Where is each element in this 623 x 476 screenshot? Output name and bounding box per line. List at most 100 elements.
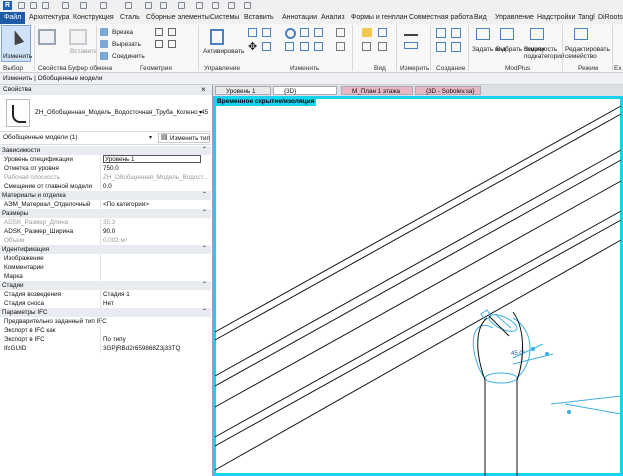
collapse-icon[interactable]: ⌃: [202, 245, 207, 254]
collapse-icon[interactable]: ⌃: [202, 308, 207, 317]
selected-elbow[interactable]: [472, 309, 622, 415]
rotate-icon[interactable]: [285, 28, 296, 39]
hide-icon[interactable]: [378, 28, 387, 37]
array-icon[interactable]: [285, 42, 294, 51]
tab-diroots[interactable]: DiRoots: [598, 14, 623, 21]
property-row[interactable]: Смещение от главной модели 0.0: [0, 182, 211, 191]
property-row[interactable]: Отметка от уровня 750.0: [0, 164, 211, 173]
type-selector[interactable]: ZH_Обобщенная_Модель_Водосточная_Труба_К…: [0, 95, 211, 132]
tab-precast[interactable]: Сборные элементы: [146, 14, 210, 21]
close-hidden-icon[interactable]: [212, 2, 219, 9]
view-tab-floor-plan[interactable]: M_План 1 этажа: [341, 86, 413, 95]
activate-label[interactable]: Активировать: [203, 48, 244, 55]
linework-icon[interactable]: [378, 42, 387, 51]
trim-icon[interactable]: [314, 28, 323, 37]
join-icon[interactable]: [100, 52, 108, 60]
property-value[interactable]: 0.0: [103, 182, 112, 191]
join-label[interactable]: Соединить: [112, 53, 145, 60]
property-row[interactable]: Комментарии: [0, 263, 211, 272]
cut-icon[interactable]: [100, 28, 108, 36]
property-value[interactable]: ZH_Обобщенная_Модель_Водост...: [103, 173, 208, 182]
cope-label[interactable]: Врезка: [112, 29, 133, 36]
property-row[interactable]: Уровень спецификации Уровень 1: [0, 155, 211, 164]
measure-icon[interactable]: [125, 2, 132, 9]
property-value[interactable]: Стадия 1: [103, 290, 130, 299]
create-similar-icon[interactable]: [451, 42, 461, 52]
tab-systems[interactable]: Системы: [210, 14, 239, 21]
tab-annotate[interactable]: Аннотации: [282, 14, 317, 21]
property-value[interactable]: <По категории>: [103, 200, 149, 209]
edit-type-button[interactable]: ▤ Изменить тип: [158, 133, 210, 143]
dimension-tool-icon[interactable]: [404, 42, 418, 49]
property-row[interactable]: IfcGUID 3GPjRBd2r659868Z3j33TQ: [0, 344, 211, 353]
category-filter[interactable]: Обобщенные модели (1): [3, 134, 78, 141]
modify-button[interactable]: Изменить: [1, 25, 32, 62]
tab-tangl[interactable]: Tangl: [578, 14, 595, 21]
tab-manage[interactable]: Управление: [495, 14, 534, 21]
close-icon[interactable]: ×: [201, 85, 206, 94]
split-icon[interactable]: [314, 42, 323, 51]
property-group[interactable]: Параметры IFC ⌃: [0, 308, 211, 317]
view-tab-3d[interactable]: {3D}: [273, 86, 337, 95]
activate-icon[interactable]: [210, 29, 224, 45]
property-value[interactable]: Уровень 1: [103, 155, 201, 163]
collapse-icon[interactable]: ⌃: [202, 281, 207, 290]
undo-icon[interactable]: [62, 2, 69, 9]
app-logo[interactable]: R: [3, 1, 12, 10]
property-group[interactable]: Идентификация ⌃: [0, 245, 211, 254]
pin-icon[interactable]: [336, 28, 345, 37]
switch-windows-icon[interactable]: [228, 2, 235, 9]
view-tab-3d-sobolev[interactable]: {3D - Sobolev.sa}: [415, 86, 481, 95]
move-icon[interactable]: ✥: [248, 42, 258, 53]
mirror-icon[interactable]: [300, 28, 309, 37]
property-value[interactable]: 90.0: [103, 227, 115, 236]
view-tool-icon[interactable]: [362, 28, 372, 37]
property-value[interactable]: По типу: [103, 335, 126, 344]
cut-label[interactable]: Вырезать: [112, 41, 141, 48]
tab-massing[interactable]: Формы и генплан: [351, 14, 408, 21]
property-row[interactable]: Марка: [0, 272, 211, 281]
paste-label[interactable]: Вставить: [70, 48, 98, 55]
property-row[interactable]: Рабочая плоскость ZH_Обобщенная_Модель_Во…: [0, 173, 211, 182]
property-value[interactable]: 3GPjRBd2r659868Z3j33TQ: [103, 344, 180, 353]
collapse-icon[interactable]: ⌃: [202, 209, 207, 218]
paint-icon[interactable]: [168, 28, 176, 36]
cut-geometry-icon[interactable]: [100, 40, 108, 48]
angle-annotation[interactable]: 45.0°: [511, 351, 526, 357]
offset-icon[interactable]: [262, 28, 271, 37]
sync-icon[interactable]: [42, 2, 49, 9]
property-row[interactable]: ADSK_Размер_Длина 35.3: [0, 218, 211, 227]
paste-icon[interactable]: [69, 29, 87, 45]
tab-steel[interactable]: Сталь: [120, 14, 140, 21]
property-value[interactable]: Нет: [103, 299, 114, 308]
tab-addins[interactable]: Надстройки: [537, 14, 575, 21]
set-view-icon[interactable]: [476, 28, 490, 40]
collapse-icon[interactable]: ⌃: [202, 191, 207, 200]
tab-collaborate[interactable]: Совместная работа: [409, 14, 473, 21]
property-row[interactable]: Стадия сноса Нет: [0, 299, 211, 308]
edit-family-icon[interactable]: [574, 28, 588, 40]
tab-structure[interactable]: Конструкция: [73, 14, 114, 21]
property-group[interactable]: Размеры ⌃: [0, 209, 211, 218]
property-value[interactable]: 0.002 м³: [103, 236, 127, 245]
create-parts-icon[interactable]: [451, 28, 461, 38]
tab-view[interactable]: Вид: [474, 14, 487, 21]
property-group[interactable]: Материалы и отделка ⌃: [0, 191, 211, 200]
collapse-icon[interactable]: ⌃: [202, 146, 207, 155]
open-icon[interactable]: [18, 2, 25, 9]
property-row[interactable]: Изображение: [0, 254, 211, 263]
view-tab-level-1[interactable]: Уровень 1: [215, 86, 271, 95]
create-assembly-icon[interactable]: [436, 28, 446, 38]
scale-icon[interactable]: [300, 42, 309, 51]
tab-insert[interactable]: Вставить: [244, 14, 274, 21]
filter-chevron-icon[interactable]: ▾: [149, 134, 152, 141]
property-row[interactable]: Экспорт в IFC По типу: [0, 335, 211, 344]
property-group[interactable]: Зависимости ⌃: [0, 146, 211, 155]
redo-icon[interactable]: [80, 2, 87, 9]
section-icon[interactable]: [196, 2, 203, 9]
create-group-icon[interactable]: [436, 42, 446, 52]
property-row[interactable]: Объем 0.002 м³: [0, 236, 211, 245]
geometry-tool-icon[interactable]: [155, 28, 163, 36]
demolish-icon[interactable]: [168, 40, 176, 48]
choose-base-icon[interactable]: [500, 28, 514, 40]
